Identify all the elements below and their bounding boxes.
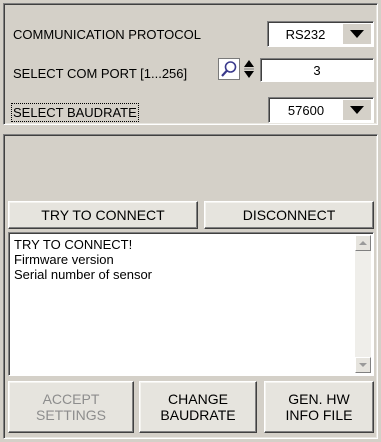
status-log[interactable]: TRY TO CONNECT! Firmware version Serial … <box>8 232 374 376</box>
log-line: TRY TO CONNECT! <box>14 237 133 252</box>
protocol-label: COMMUNICATION PROTOCOL <box>13 27 202 42</box>
log-text: TRY TO CONNECT! Firmware version Serial … <box>14 237 152 282</box>
baudrate-value: 57600 <box>287 102 325 118</box>
arrow-up-icon <box>359 241 367 245</box>
log-line: Firmware version <box>14 252 114 267</box>
log-line: Serial number of sensor <box>14 267 153 282</box>
com-port-value: 3 <box>313 63 321 78</box>
baudrate-dropdown-button[interactable] <box>343 100 371 120</box>
baudrate-label: SELECT BAUDRATE <box>11 103 139 122</box>
com-port-spinner[interactable] <box>243 58 255 80</box>
scroll-down-button[interactable] <box>355 357 371 373</box>
up-down-spinner-icon <box>244 60 254 78</box>
log-scrollbar[interactable] <box>355 235 371 373</box>
magnifier-icon <box>221 61 237 77</box>
arrow-down-icon <box>359 363 367 367</box>
protocol-select[interactable]: RS232 <box>267 21 374 47</box>
protocol-dropdown-button[interactable] <box>343 24 371 44</box>
search-com-port-button[interactable] <box>218 58 240 80</box>
accept-settings-button[interactable]: ACCEPT SETTINGS <box>8 381 134 433</box>
gen-hw-info-file-button[interactable]: GEN. HW INFO FILE <box>264 381 374 433</box>
try-connect-button[interactable]: TRY TO CONNECT <box>8 201 198 229</box>
baudrate-select[interactable]: 57600 <box>268 97 374 123</box>
chevron-down-icon <box>350 30 364 38</box>
protocol-value: RS232 <box>285 26 326 42</box>
scroll-up-button[interactable] <box>355 235 371 251</box>
disconnect-button[interactable]: DISCONNECT <box>204 201 374 229</box>
change-baudrate-button[interactable]: CHANGE BAUDRATE <box>139 381 257 433</box>
com-port-label: SELECT COM PORT [1...256] <box>13 66 188 81</box>
chevron-down-icon <box>350 106 364 114</box>
com-port-input[interactable]: 3 <box>260 58 374 82</box>
